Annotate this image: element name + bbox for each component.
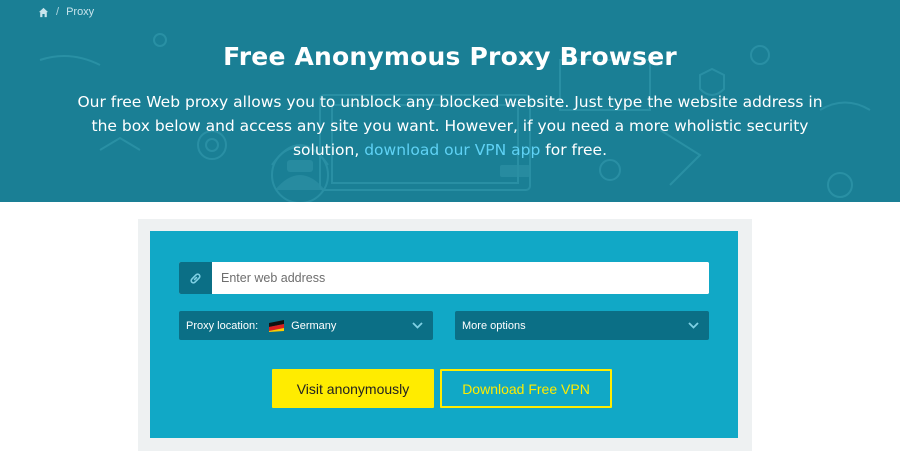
more-options-select[interactable]: More options (455, 311, 709, 340)
description-text-end: for free. (540, 141, 608, 159)
visit-anonymously-button[interactable]: Visit anonymously (272, 369, 434, 408)
chevron-down-icon (412, 322, 423, 329)
more-options-label: More options (462, 319, 526, 332)
page-title: Free Anonymous Proxy Browser (223, 42, 677, 71)
proxy-location-label: Proxy location: (186, 319, 259, 332)
proxy-location-select[interactable]: Proxy location: Germany (179, 311, 433, 340)
link-icon (179, 262, 212, 294)
page-description: Our free Web proxy allows you to unblock… (70, 90, 830, 162)
web-address-input[interactable] (212, 262, 709, 294)
hero-banner: / Proxy Free Anonymous Proxy Browser Our… (0, 0, 900, 202)
breadcrumb-item-proxy[interactable]: Proxy (66, 6, 94, 18)
download-free-vpn-button[interactable]: Download Free VPN (440, 369, 612, 408)
chevron-down-icon (688, 322, 699, 329)
germany-flag-icon (269, 320, 285, 332)
proxy-location-value: Germany (291, 319, 337, 332)
home-icon[interactable] (38, 7, 49, 18)
breadcrumb: / Proxy (38, 5, 94, 19)
url-input-group (179, 262, 709, 294)
breadcrumb-separator: / (56, 6, 60, 18)
download-vpn-app-link[interactable]: download our VPN app (364, 141, 540, 159)
